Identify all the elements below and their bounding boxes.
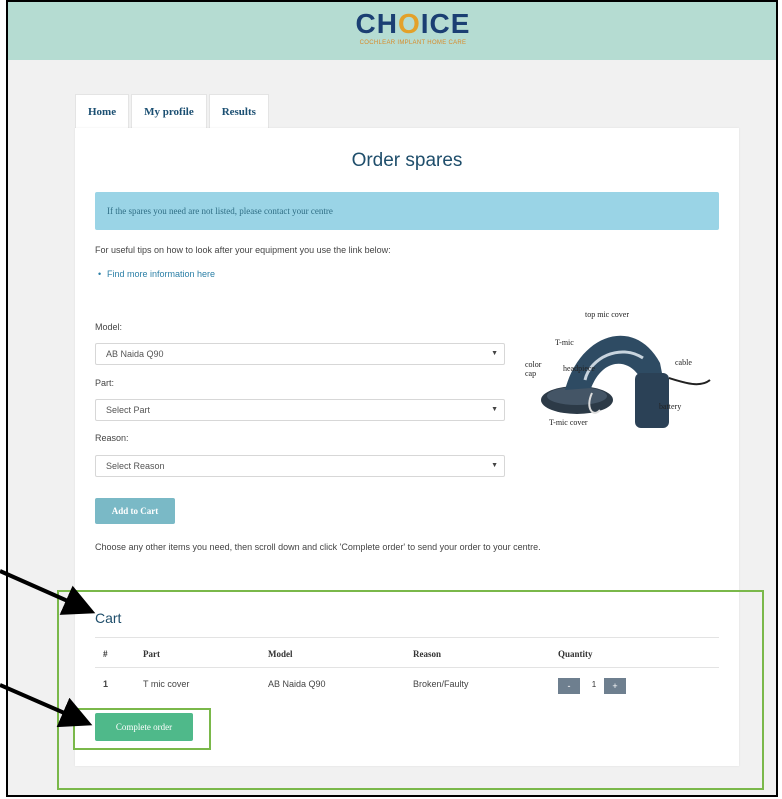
arrow-to-cart [0, 569, 96, 615]
arrow-to-complete-order [0, 683, 93, 728]
annotation-arrows [0, 569, 96, 728]
